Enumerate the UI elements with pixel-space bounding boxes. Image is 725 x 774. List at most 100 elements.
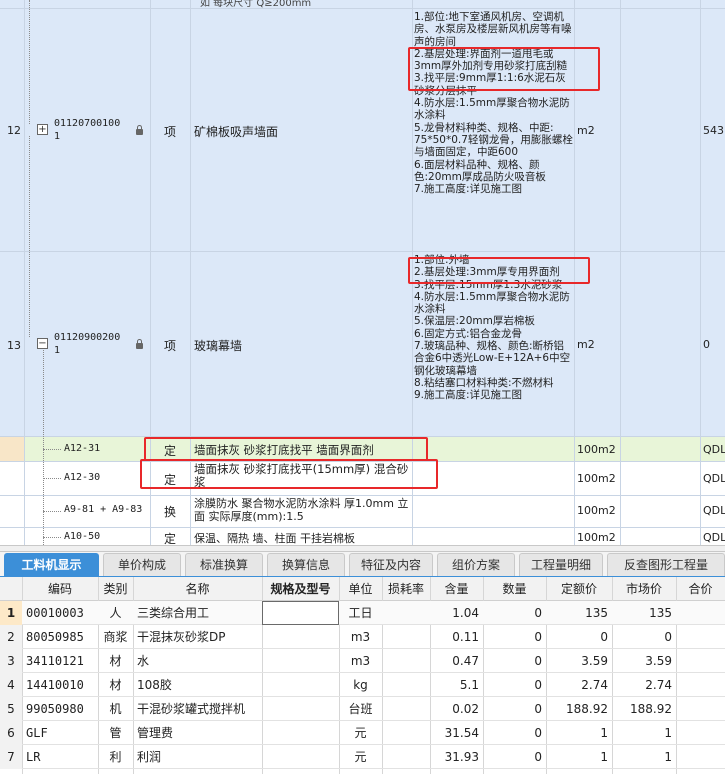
- total-price: [676, 673, 725, 697]
- subrow-2-code: A12-30: [64, 472, 101, 483]
- tree-line: [43, 537, 61, 538]
- col-header-unit[interactable]: 单位: [339, 578, 382, 600]
- col-header-content[interactable]: 含量: [430, 578, 483, 600]
- content-value: 31.54: [444, 726, 479, 740]
- material-name: 管理费: [137, 726, 174, 740]
- content-value: 0.02: [452, 702, 479, 716]
- material-name: 三类综合用工: [137, 606, 210, 620]
- tab-pricing-plan[interactable]: 组价方案: [437, 553, 515, 576]
- material-code: 80050985: [26, 630, 84, 644]
- tab-material-machine[interactable]: 工料机显示: [4, 553, 99, 576]
- quota-price: 2.74: [581, 678, 608, 692]
- tab-unit-price[interactable]: 单价构成: [103, 553, 181, 576]
- row-13-name[interactable]: 玻璃幕墙: [194, 337, 242, 354]
- tab-conversion-info[interactable]: 换算信息: [267, 553, 345, 576]
- panel-splitter[interactable]: [0, 545, 725, 552]
- subrow-3-name[interactable]: 涂膜防水 聚合物水泥防水涂料 厚1.0mm 立面 实际厚度(mm):1.5: [194, 497, 410, 525]
- quantity-value: 0: [534, 678, 542, 692]
- tree-line: [43, 478, 61, 479]
- col-header-code[interactable]: 编码: [22, 578, 98, 600]
- material-spec[interactable]: [262, 649, 339, 673]
- col-header-quota-price[interactable]: 定额价: [546, 578, 612, 600]
- item-grid: 如 每块尺寸 Q≥200mm 12 + 01120700100 1 项 矿棉板吸…: [0, 0, 725, 546]
- subrow-4-name[interactable]: 保温、隔热 墙、柱面 干挂岩棉板: [194, 530, 410, 546]
- row-13-qty: 0: [703, 338, 710, 351]
- subrow-2-unit: 100m2: [577, 472, 616, 485]
- material-unit: kg: [353, 678, 368, 692]
- material-category: 材: [109, 678, 122, 692]
- row-12-unit: m2: [577, 124, 595, 137]
- market-price: 1: [664, 726, 672, 740]
- material-code: 99050980: [26, 702, 84, 716]
- market-price: 0: [664, 630, 672, 644]
- material-name: 干混抹灰砂浆DP: [137, 630, 226, 644]
- content-value: 31.93: [444, 750, 479, 764]
- content-value: 0.11: [452, 630, 479, 644]
- market-price: 2.74: [645, 678, 672, 692]
- collapse-minus-icon[interactable]: −: [37, 338, 48, 349]
- col-header-name[interactable]: 名称: [133, 578, 262, 600]
- tab-standard-conversion[interactable]: 标准换算: [185, 553, 263, 576]
- table-row[interactable]: 7 LR 利 利润 元 31.93 0 1 1: [0, 745, 725, 769]
- col-header-loss[interactable]: 损耗率: [382, 578, 430, 600]
- col-header-spec[interactable]: 规格及型号: [262, 578, 339, 600]
- col-header-category[interactable]: 类别: [98, 578, 133, 600]
- tab-quantity-detail[interactable]: 工程量明细: [519, 553, 603, 576]
- material-spec[interactable]: [262, 721, 339, 745]
- material-spec[interactable]: [262, 673, 339, 697]
- row-number: 3: [0, 649, 22, 673]
- highlight-box: [140, 459, 438, 489]
- loss-rate: [382, 721, 430, 745]
- row-number: 5: [0, 697, 22, 721]
- subrow-1-code: A12-31: [64, 443, 101, 454]
- material-category: 机: [109, 702, 122, 716]
- total-price: [676, 745, 725, 769]
- material-spec[interactable]: [262, 745, 339, 769]
- col-header-qty[interactable]: 数量: [483, 578, 546, 600]
- lock-icon: [136, 125, 143, 135]
- tree-line: [43, 350, 44, 545]
- row-number: 6: [0, 721, 22, 745]
- material-unit: m3: [350, 654, 371, 668]
- material-category: 人: [109, 606, 122, 620]
- lock-icon: [136, 339, 143, 349]
- quota-price: 3.59: [581, 654, 608, 668]
- table-row[interactable]: 5 99050980 机 干混砂浆罐式搅拌机 台班 0.02 0 188.92 188.92: [0, 697, 725, 721]
- subrow-1-unit: 100m2: [577, 443, 616, 456]
- table-row[interactable]: 6 GLF 管 管理费 元 31.54 0 1 1: [0, 721, 725, 745]
- loss-rate: [382, 673, 430, 697]
- quota-price: 1: [600, 750, 608, 764]
- quota-price: 135: [585, 606, 608, 620]
- subrow-1-index-cell: [0, 436, 24, 461]
- expand-plus-icon[interactable]: +: [37, 124, 48, 135]
- loss-rate: [382, 649, 430, 673]
- col-header-market-price[interactable]: 市场价: [612, 578, 676, 600]
- table-row[interactable]: 2 80050985 商浆 干混抹灰砂浆DP m3 0.11 0 0 0: [0, 625, 725, 649]
- material-spec[interactable]: [262, 697, 339, 721]
- col-header-total[interactable]: 合价: [676, 578, 725, 600]
- row-12-name[interactable]: 矿棉板吸声墙面: [194, 123, 278, 140]
- material-code: 00010003: [26, 606, 84, 620]
- subrow-4-unit: 100m2: [577, 531, 616, 544]
- row-number: 2: [0, 625, 22, 649]
- tree-line: [43, 449, 61, 450]
- table-row[interactable]: 4 14410010 材 108胶 kg 5.1 0 2.74 2.74: [0, 673, 725, 697]
- material-category: 利: [109, 750, 122, 764]
- loss-rate: [382, 601, 430, 625]
- material-spec[interactable]: [262, 625, 339, 649]
- content-value: 0.47: [452, 654, 479, 668]
- material-unit: 工日: [348, 606, 373, 620]
- top-cut-text: 如 每块尺寸 Q≥200mm: [200, 0, 312, 9]
- row-13-index: 13: [7, 339, 21, 352]
- material-spec[interactable]: [262, 601, 339, 625]
- tab-features[interactable]: 特征及内容: [349, 553, 433, 576]
- quantity-value: 0: [534, 750, 542, 764]
- tree-line: [29, 0, 30, 124]
- quantity-value: 0: [534, 726, 542, 740]
- table-row[interactable]: 1 00010003 人 三类综合用工 工日 1.04 0 135 135: [0, 601, 725, 625]
- tab-reverse-lookup[interactable]: 反查图形工程量: [607, 553, 725, 576]
- table-row[interactable]: 3 34110121 材 水 m3 0.47 0 3.59 3.59: [0, 649, 725, 673]
- subrow-4-tail: QDL: [703, 531, 725, 544]
- market-price: 1: [664, 750, 672, 764]
- material-name: 干混砂浆罐式搅拌机: [137, 702, 246, 716]
